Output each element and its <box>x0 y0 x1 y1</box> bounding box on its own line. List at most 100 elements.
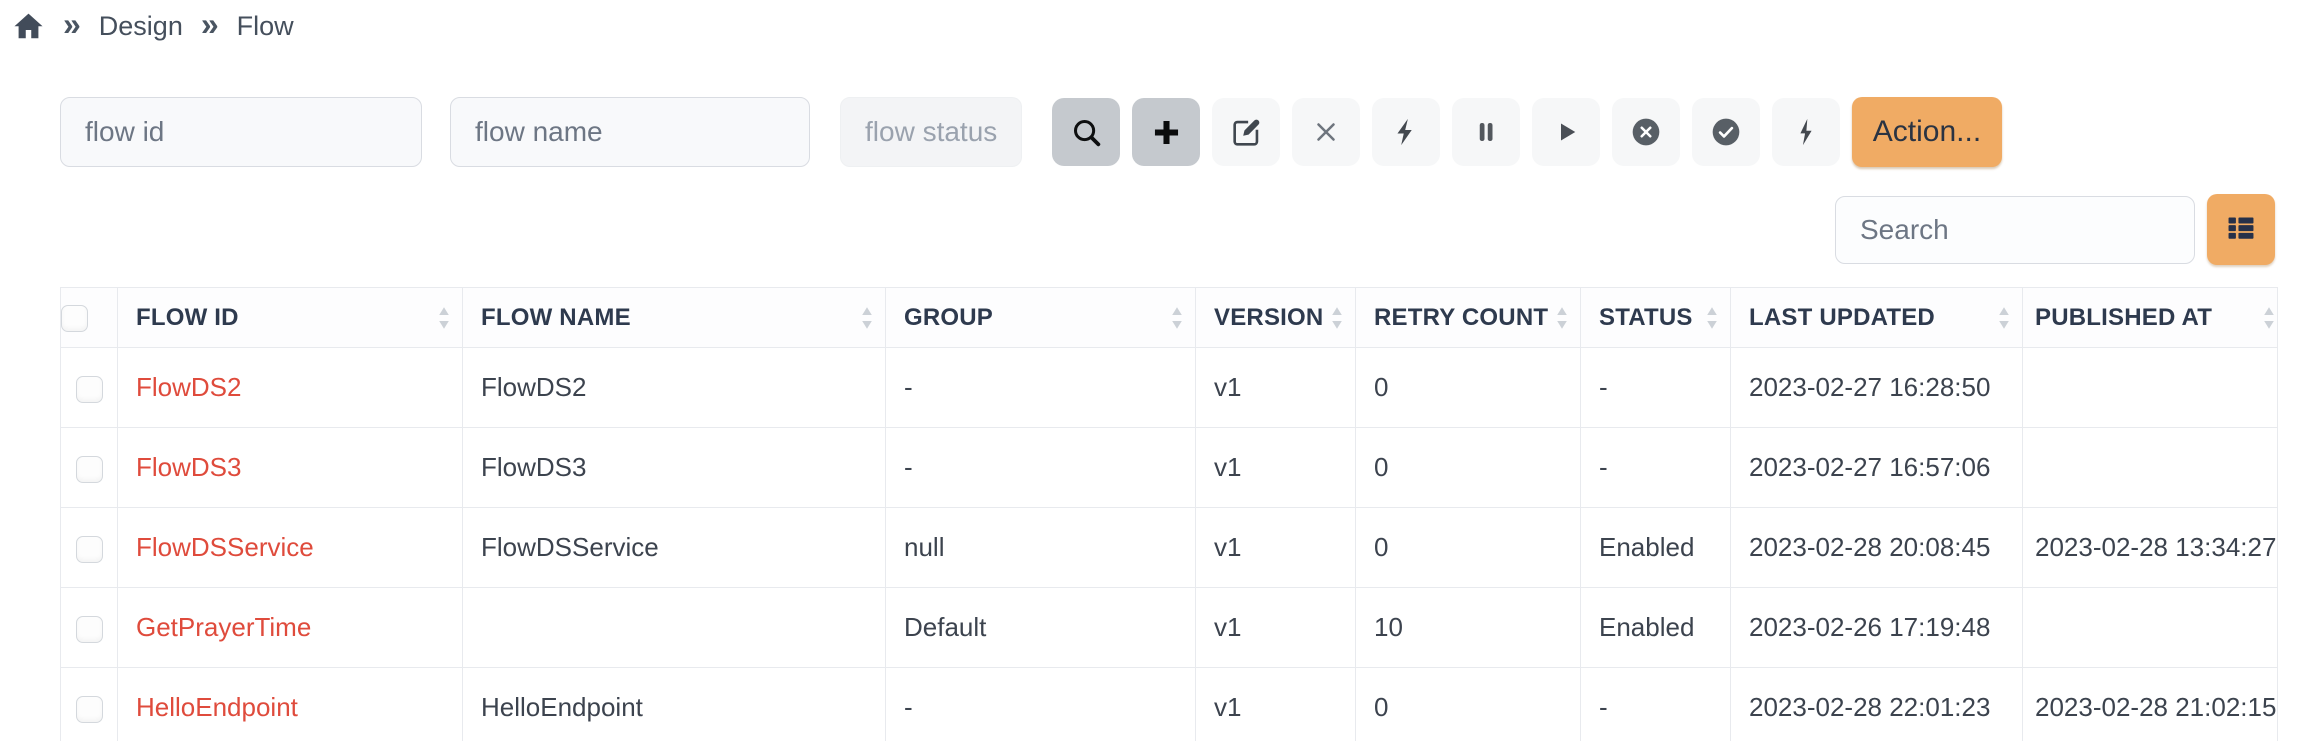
row-checkbox[interactable] <box>76 376 103 403</box>
cell-last-updated: 2023-02-27 16:57:06 <box>1731 428 2023 508</box>
cell-retry-count: 0 <box>1356 348 1581 428</box>
col-header-flow-id[interactable]: FLOW ID <box>118 288 463 348</box>
table-row: FlowDSService FlowDSService null v1 0 En… <box>61 508 2278 588</box>
col-header-version[interactable]: VERSION <box>1196 288 1356 348</box>
row-checkbox[interactable] <box>76 616 103 643</box>
cell-published-at: 2023-02-28 21:02:15 <box>2023 668 2278 741</box>
clear-button[interactable] <box>1292 98 1360 166</box>
cell-retry-count: 10 <box>1356 588 1581 668</box>
cell-group: Default <box>886 588 1196 668</box>
flow-id-link[interactable]: FlowDS2 <box>136 372 241 402</box>
cell-version: v1 <box>1196 508 1356 588</box>
sort-icon <box>1171 307 1183 329</box>
cell-version: v1 <box>1196 428 1356 508</box>
cancel-circle-icon <box>1630 116 1662 148</box>
filter-toolbar: Action... <box>60 97 2002 167</box>
sort-icon <box>861 307 873 329</box>
sort-icon <box>438 307 450 329</box>
row-checkbox[interactable] <box>76 536 103 563</box>
cell-published-at <box>2023 588 2278 668</box>
pause-button[interactable] <box>1452 98 1520 166</box>
cell-status: - <box>1581 428 1731 508</box>
table-header-row: FLOW ID FLOW NAME GROUP VERSION RETRY CO… <box>61 288 2278 348</box>
add-button[interactable] <box>1132 98 1200 166</box>
flow-status-select[interactable] <box>840 97 1022 167</box>
check-circle-icon <box>1710 116 1742 148</box>
sort-icon <box>1556 307 1568 329</box>
flow-id-link[interactable]: HelloEndpoint <box>136 692 298 722</box>
breadcrumb: » Design » Flow <box>12 8 294 44</box>
cell-flow-name: FlowDS3 <box>463 428 886 508</box>
cell-retry-count: 0 <box>1356 428 1581 508</box>
magnifier-icon <box>1070 116 1103 149</box>
cell-flow-name: FlowDSService <box>463 508 886 588</box>
cell-status: Enabled <box>1581 508 1731 588</box>
table-search-row <box>1835 194 2275 265</box>
col-header-group[interactable]: GROUP <box>886 288 1196 348</box>
cell-last-updated: 2023-02-27 16:28:50 <box>1731 348 2023 428</box>
cell-version: v1 <box>1196 348 1356 428</box>
flow-list-page: » Design » Flow <box>0 0 2304 741</box>
col-header-published-at[interactable]: PUBLISHED AT <box>2023 288 2278 348</box>
flow-id-link[interactable]: FlowDSService <box>136 532 314 562</box>
row-checkbox[interactable] <box>76 696 103 723</box>
table-row: FlowDS3 FlowDS3 - v1 0 - 2023-02-27 16:5… <box>61 428 2278 508</box>
edit-icon <box>1230 116 1263 149</box>
action-dropdown-button[interactable]: Action... <box>1852 97 2002 167</box>
plus-icon <box>1150 116 1183 149</box>
select-all-checkbox[interactable] <box>61 305 88 332</box>
cell-last-updated: 2023-02-28 20:08:45 <box>1731 508 2023 588</box>
row-checkbox[interactable] <box>76 456 103 483</box>
breadcrumb-design[interactable]: Design <box>99 11 183 42</box>
edit-button[interactable] <box>1212 98 1280 166</box>
cell-last-updated: 2023-02-26 17:19:48 <box>1731 588 2023 668</box>
search-button[interactable] <box>1052 98 1120 166</box>
cell-published-at <box>2023 348 2278 428</box>
sort-icon <box>2263 307 2275 329</box>
cell-status: - <box>1581 348 1731 428</box>
cell-published-at: 2023-02-28 13:34:27 <box>2023 508 2278 588</box>
col-header-last-updated[interactable]: LAST UPDATED <box>1731 288 2023 348</box>
enable-button[interactable] <box>1692 98 1760 166</box>
col-header-status[interactable]: STATUS <box>1581 288 1731 348</box>
cell-flow-name: HelloEndpoint <box>463 668 886 741</box>
table-search-input[interactable] <box>1835 196 2195 264</box>
play-icon <box>1551 117 1581 147</box>
column-view-button[interactable] <box>2207 194 2275 265</box>
col-header-retry-count[interactable]: RETRY COUNT <box>1356 288 1581 348</box>
breadcrumb-separator: » <box>201 8 219 44</box>
breadcrumb-separator: » <box>63 8 81 44</box>
sort-icon <box>1331 307 1343 329</box>
col-header-flow-name[interactable]: FLOW NAME <box>463 288 886 348</box>
table-row: GetPrayerTime Default v1 10 Enabled 2023… <box>61 588 2278 668</box>
pause-icon <box>1471 117 1501 147</box>
cell-retry-count: 0 <box>1356 668 1581 741</box>
flow-id-input[interactable] <box>60 97 422 167</box>
home-icon[interactable] <box>12 10 45 43</box>
flow-name-input[interactable] <box>450 97 810 167</box>
sort-icon <box>1706 307 1718 329</box>
start-button[interactable] <box>1532 98 1600 166</box>
cell-status: - <box>1581 668 1731 741</box>
cell-version: v1 <box>1196 668 1356 741</box>
table-row: FlowDS2 FlowDS2 - v1 0 - 2023-02-27 16:2… <box>61 348 2278 428</box>
execute-button[interactable] <box>1372 98 1440 166</box>
close-icon <box>1311 117 1341 147</box>
cell-retry-count: 0 <box>1356 508 1581 588</box>
trigger-button[interactable] <box>1772 98 1840 166</box>
cell-version: v1 <box>1196 588 1356 668</box>
sort-icon <box>1998 307 2010 329</box>
flow-id-link[interactable]: GetPrayerTime <box>136 612 311 642</box>
flow-table: FLOW ID FLOW NAME GROUP VERSION RETRY CO… <box>60 287 2278 741</box>
bolt-icon <box>1390 116 1422 148</box>
cell-group: null <box>886 508 1196 588</box>
cell-last-updated: 2023-02-28 22:01:23 <box>1731 668 2023 741</box>
bolt-thin-icon <box>1790 116 1822 148</box>
flow-id-link[interactable]: FlowDS3 <box>136 452 241 482</box>
cell-group: - <box>886 428 1196 508</box>
breadcrumb-flow[interactable]: Flow <box>237 11 294 42</box>
cell-status: Enabled <box>1581 588 1731 668</box>
cell-flow-name: FlowDS2 <box>463 348 886 428</box>
disable-button[interactable] <box>1612 98 1680 166</box>
cell-group: - <box>886 668 1196 741</box>
